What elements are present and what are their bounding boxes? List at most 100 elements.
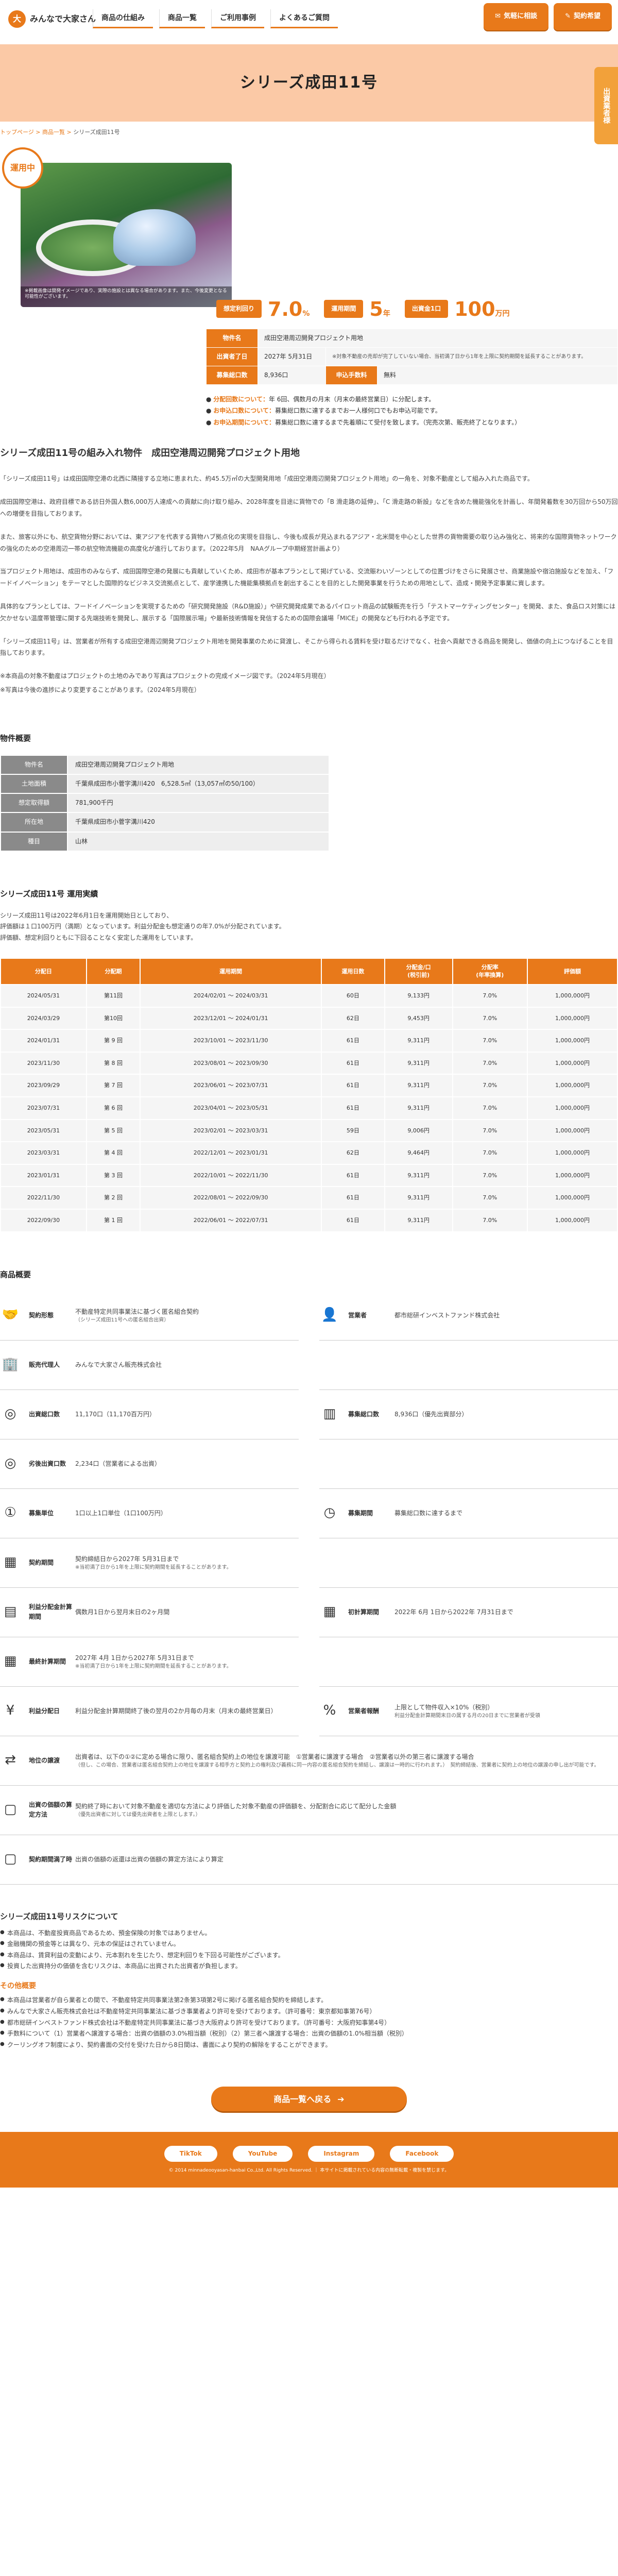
- overview-value: 2027年 4月 1日から2027年 5月31日まで ※当初満了日から1年を上限に…: [75, 1654, 232, 1669]
- table-cell: 2024/02/01 〜 2024/03/31: [140, 984, 322, 1008]
- overview-value: 出資の価額の返還は出資の価額の算定方法により算定: [75, 1855, 224, 1863]
- overview-label: 営業者: [348, 1311, 367, 1319]
- clock-icon: ◷: [323, 1505, 336, 1521]
- site-logo[interactable]: 大 みんなで大家さん: [8, 10, 96, 28]
- table-cell: 7.0%: [452, 1006, 528, 1030]
- table-cell: 第10回: [85, 1006, 141, 1030]
- calendar2-icon: ▦: [323, 1604, 336, 1620]
- contract-button[interactable]: ✎ 契約希望: [554, 3, 612, 30]
- nav-item-products[interactable]: 商品一覧: [159, 9, 205, 29]
- table-row: 2022/09/30 第 1 回 2022/06/01 〜 2022/07/31 61…: [0, 1209, 618, 1232]
- table-cell: 7.0%: [452, 1029, 528, 1053]
- tiktok-link[interactable]: TikTok: [164, 2145, 217, 2162]
- nav-item-cases[interactable]: ご利用事例: [211, 9, 264, 29]
- table-cell: 2023/03/31: [0, 1141, 87, 1165]
- image-dome-shape: [113, 209, 196, 266]
- fee-icon: %: [323, 1703, 336, 1719]
- table-cell: 2023/11/30: [0, 1051, 87, 1075]
- table-cell: 7.0%: [452, 1118, 528, 1143]
- overview-value: 契約締結日から2027年 5月31日まで ※当初満了日から1年を上限に契約期間を延…: [75, 1555, 232, 1570]
- overview-label: 地位の譲渡: [29, 1756, 60, 1764]
- kpi-yield: 想定利回り 7.0%: [216, 299, 310, 319]
- facebook-link[interactable]: Facebook: [390, 2145, 454, 2162]
- table-row: 2024/03/29 第10回 2023/12/01 〜 2024/01/31 62日…: [0, 1006, 618, 1030]
- table-cell: 9,311円: [384, 1051, 453, 1075]
- calendar3-icon: ▦: [4, 1653, 17, 1669]
- overview-label: 営業者報酬: [348, 1707, 380, 1715]
- overview-item: ⇄ 地位の譲渡 出資者は、以下の①②に定める場合に限り、匿名組合契約上の地位を譲渡可…: [0, 1736, 618, 1786]
- table-cell: 61日: [320, 1096, 385, 1120]
- table-cell: 第 1 回: [85, 1209, 141, 1232]
- breadcrumb-current: シリーズ成田11号: [73, 129, 120, 135]
- table-cell: 第 3 回: [85, 1163, 141, 1188]
- performance-header-cell: 評価額: [527, 958, 618, 986]
- bars-icon: ▥: [323, 1406, 336, 1422]
- overview-value: 出資者は、以下の①②に定める場合に限り、匿名組合契約上の地位を譲渡可能 ①営業者…: [75, 1753, 599, 1768]
- overview-grid: 🤝 契約形態 不動産特定共同事業法に基づく匿名組合契約 （シリーズ成田11号への匿名組…: [0, 1291, 618, 1885]
- performance-header-cell: 分配期: [85, 958, 141, 986]
- table-cell: 1,000,000円: [527, 1006, 618, 1030]
- table-cell: 第 9 回: [85, 1029, 141, 1053]
- side-tab-investors[interactable]: 出資業者様: [594, 67, 618, 144]
- performance-header-cell: 分配率 (年率換算): [452, 958, 528, 986]
- overview-item: ◎ 出資総口数 11,170口（11,170百万円）: [0, 1390, 299, 1439]
- instagram-link[interactable]: Instagram: [308, 2145, 375, 2162]
- table-cell: 1,000,000円: [527, 1209, 618, 1232]
- nav-item-faq[interactable]: よくあるご質問: [270, 9, 338, 29]
- overview-value: 2,234口（営業者による出資）: [75, 1460, 161, 1467]
- kpi-unit-price: 出資金1口 100万円: [404, 299, 510, 319]
- list-item: 本商品は、不動産投資商品であるため、預金保険の対象ではありません。: [0, 1928, 618, 1939]
- overview-item: ▦ 初計算期間 2022年 6月 1日から2022年 7月31日まで: [319, 1588, 618, 1637]
- table-cell: 9,453円: [384, 1006, 453, 1030]
- table-cell: 7.0%: [452, 984, 528, 1008]
- performance-section: シリーズ成田11号 運用実績 シリーズ成田11号は2022年6月1日を運用開始日…: [0, 888, 618, 1232]
- doc2-icon: ▢: [4, 1851, 17, 1867]
- table-cell: 第11回: [85, 984, 141, 1008]
- overview-item: 👤 営業者 都市総研インベストファンド株式会社: [319, 1291, 618, 1341]
- risk-title: シリーズ成田11号リスクについて: [0, 1911, 118, 1921]
- kpi-row: 想定利回り 7.0% 運用期間 5年 出資金1口 100万円: [216, 299, 510, 319]
- table-cell: 1,000,000円: [527, 1096, 618, 1120]
- table-cell: 61日: [320, 1163, 385, 1188]
- overview-item: ▥ 募集総口数 8,936口（優先出資部分）: [319, 1390, 618, 1439]
- table-cell: 9,311円: [384, 1209, 453, 1232]
- table-cell: 61日: [320, 1051, 385, 1075]
- overview-item: [319, 1538, 618, 1588]
- overview-value: 偶数月1日から翌月末日の2ヶ月間: [75, 1608, 170, 1616]
- breadcrumb-home[interactable]: トップページ: [0, 129, 34, 135]
- overview-value: 募集総口数に達するまで: [394, 1509, 463, 1517]
- table-cell: 2023/01/31: [0, 1163, 87, 1188]
- list-item: クーリングオフ制度により、契約書面の交付を受けた日から8日間は、書面により契約の…: [0, 2040, 618, 2051]
- overview-item: ▦ 契約期間 契約締結日から2027年 5月31日まで ※当初満了日から1年を上限に契…: [0, 1538, 299, 1588]
- overview-value: 利益分配金計算期間終了後の翌月の2か月毎の月末（月末の最終営業日）: [75, 1707, 277, 1715]
- overview-label: 募集期間: [348, 1509, 373, 1517]
- youtube-link[interactable]: YouTube: [232, 2145, 293, 2162]
- article-title: シリーズ成田11号の組み入れ物件 成田空港周辺開発プロジェクト用地: [0, 447, 300, 459]
- performance-header-cell: 運用日数: [320, 958, 385, 986]
- image-caption: ※掲載画像は開発イメージであり、実際の施設とは異なる場合があります。また、今後変…: [21, 286, 232, 307]
- nav-item-mechanism[interactable]: 商品の仕組み: [93, 9, 153, 29]
- table-cell: 2022/10/01 〜 2022/11/30: [140, 1163, 322, 1188]
- consult-button[interactable]: ✉ 気軽に相談: [484, 3, 549, 30]
- back-to-list-button[interactable]: 商品一覧へ戻る ➔: [211, 2087, 407, 2112]
- list-item: 本商品は営業者が自ら業者との間で、不動産特定共同事業法第2条第3項第2号に掲げる…: [0, 1995, 618, 2006]
- table-cell: 1,000,000円: [527, 984, 618, 1008]
- table-row: 2023/07/31 第 6 回 2023/04/01 〜 2023/05/31 61…: [0, 1096, 618, 1120]
- product-image: ※掲載画像は開発イメージであり、実際の施設とは異なる場合があります。また、今後変…: [21, 162, 232, 307]
- overview-item: % 営業者報酬 上限として物件収入×10%（税別） 利益分配金計算期間末日の属する月の…: [319, 1687, 618, 1736]
- blank-icon: [319, 1651, 340, 1672]
- site-header: 大 みんなで大家さん 商品の仕組み 商品一覧 ご利用事例 よくあるご質問 ✉ 気軽…: [0, 0, 618, 44]
- table-cell: 2023/02/01 〜 2023/03/31: [140, 1118, 322, 1143]
- table-row: 2023/05/31 第 5 回 2023/02/01 〜 2023/03/31 59…: [0, 1118, 618, 1143]
- table-cell: 7.0%: [452, 1051, 528, 1075]
- table-cell: 2022/11/30: [0, 1186, 87, 1210]
- table-cell: 7.0%: [452, 1074, 528, 1098]
- page-title: シリーズ成田11号: [239, 74, 379, 92]
- overview-label: 契約期間: [29, 1558, 54, 1566]
- transfer-icon: ⇄: [5, 1752, 16, 1768]
- table-cell: 7.0%: [452, 1096, 528, 1120]
- breadcrumb-list[interactable]: 商品一覧: [42, 129, 65, 135]
- table-row: 2022/11/30 第 2 回 2022/08/01 〜 2022/09/30 61…: [0, 1186, 618, 1210]
- table-cell: 第 4 回: [85, 1141, 141, 1165]
- spec-notes: ● 分配回数について：年 6回、偶数月の月末（月末の最終営業日）に分配します。 …: [206, 394, 521, 429]
